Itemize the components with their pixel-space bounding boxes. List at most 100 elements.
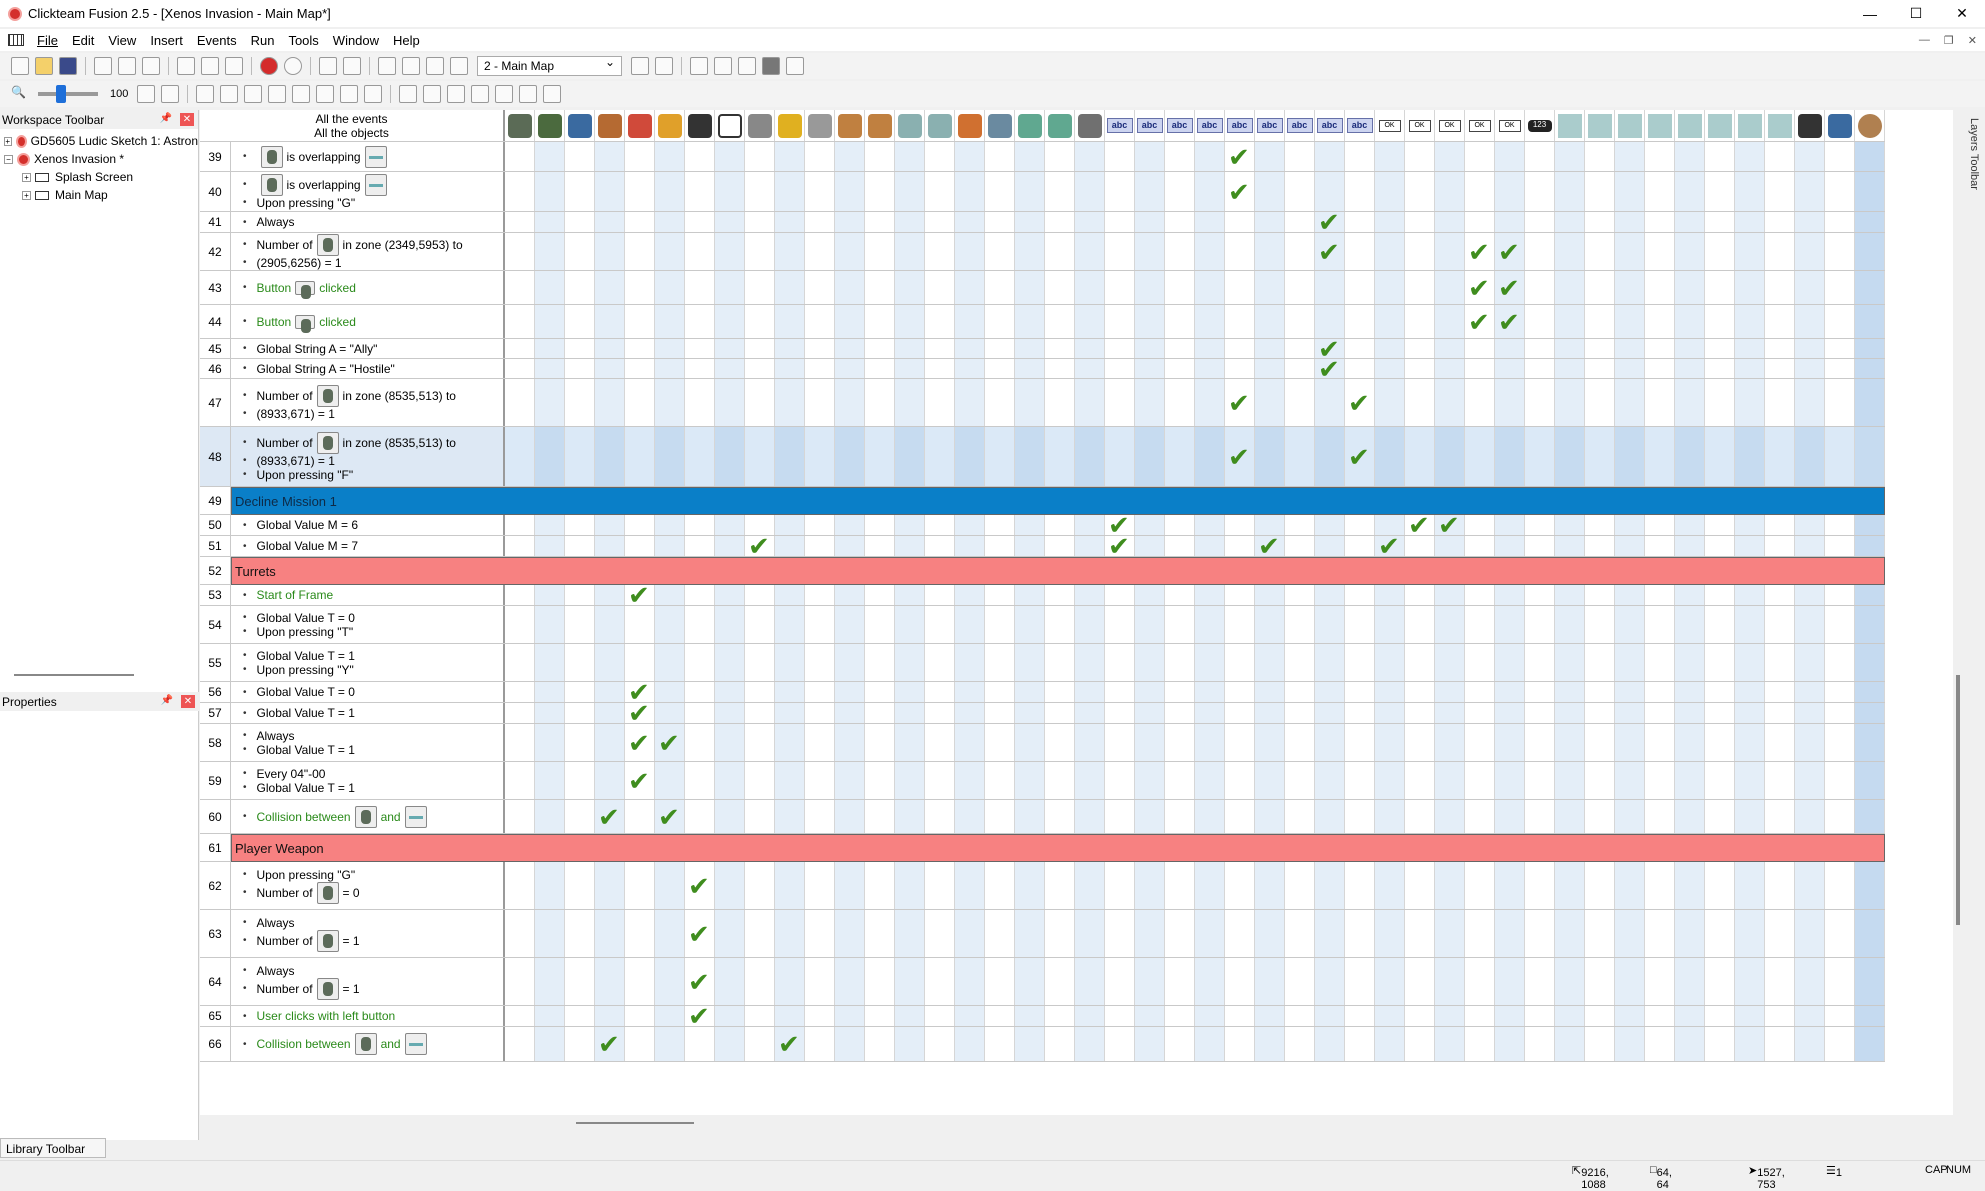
action-cell[interactable]: [685, 1027, 715, 1061]
action-cell[interactable]: [1045, 142, 1075, 171]
action-cell[interactable]: [1585, 172, 1615, 211]
action-cell[interactable]: [1435, 724, 1465, 761]
next-frame-icon[interactable]: [655, 57, 673, 75]
action-cell[interactable]: [715, 682, 745, 702]
action-cell[interactable]: [1435, 585, 1465, 605]
action-cell[interactable]: [1255, 585, 1285, 605]
action-cell[interactable]: [1225, 703, 1255, 723]
action-cell[interactable]: [1585, 339, 1615, 358]
object-column-header[interactable]: abc: [1225, 110, 1255, 141]
action-cell[interactable]: [1285, 233, 1315, 270]
menu-insert[interactable]: Insert: [143, 33, 190, 48]
action-cell[interactable]: [1345, 862, 1375, 909]
action-cell[interactable]: [1495, 910, 1525, 957]
action-cell[interactable]: [775, 427, 805, 486]
action-cell[interactable]: [625, 379, 655, 426]
action-cell[interactable]: [685, 682, 715, 702]
action-cell[interactable]: ✔: [625, 724, 655, 761]
object-column-header[interactable]: [1585, 110, 1615, 141]
action-cell[interactable]: [1645, 682, 1675, 702]
action-cell[interactable]: [1855, 271, 1885, 304]
action-cell[interactable]: [1405, 233, 1435, 270]
action-cell[interactable]: [745, 305, 775, 338]
action-cell[interactable]: ✔: [685, 958, 715, 1005]
action-cell[interactable]: [1015, 339, 1045, 358]
action-cell[interactable]: [1495, 862, 1525, 909]
object-column-header[interactable]: [1075, 110, 1105, 141]
action-cell[interactable]: [1285, 585, 1315, 605]
action-cell[interactable]: [1765, 233, 1795, 270]
action-cell[interactable]: [1495, 359, 1525, 378]
event-conditions[interactable]: Start of Frame: [231, 585, 505, 605]
action-cell[interactable]: [895, 233, 925, 270]
action-cell[interactable]: [1705, 515, 1735, 535]
action-cell[interactable]: [715, 644, 745, 681]
action-cell[interactable]: [1135, 762, 1165, 799]
action-cell[interactable]: [1225, 339, 1255, 358]
action-cell[interactable]: [1405, 1006, 1435, 1026]
action-cell[interactable]: [1345, 800, 1375, 833]
action-cell[interactable]: [1435, 1027, 1465, 1061]
action-cell[interactable]: [1495, 427, 1525, 486]
action-cell[interactable]: [1105, 958, 1135, 1005]
action-cell[interactable]: [985, 762, 1015, 799]
action-cell[interactable]: [1465, 359, 1495, 378]
action-cell[interactable]: [1645, 762, 1675, 799]
action-cell[interactable]: [1495, 172, 1525, 211]
action-cell[interactable]: [1105, 585, 1135, 605]
action-cell[interactable]: [1345, 1027, 1375, 1061]
action-cell[interactable]: [1825, 703, 1855, 723]
action-cell[interactable]: [1285, 910, 1315, 957]
action-cell[interactable]: [805, 1006, 835, 1026]
action-cell[interactable]: [1555, 762, 1585, 799]
action-cell[interactable]: [685, 800, 715, 833]
action-cell[interactable]: [985, 172, 1015, 211]
action-cell[interactable]: [955, 703, 985, 723]
action-cell[interactable]: [565, 606, 595, 643]
action-cell[interactable]: [1285, 339, 1315, 358]
action-cell[interactable]: [1315, 142, 1345, 171]
action-cell[interactable]: [1105, 142, 1135, 171]
action-cell[interactable]: [595, 427, 625, 486]
action-cell[interactable]: [1225, 359, 1255, 378]
action-cell[interactable]: [1495, 1027, 1525, 1061]
action-cell[interactable]: [1075, 606, 1105, 643]
action-cell[interactable]: [1615, 212, 1645, 232]
action-cell[interactable]: [865, 644, 895, 681]
action-cell[interactable]: [895, 379, 925, 426]
action-cell[interactable]: [1555, 958, 1585, 1005]
action-cell[interactable]: ✔: [595, 1027, 625, 1061]
action-cell[interactable]: [745, 142, 775, 171]
action-cell[interactable]: [1525, 585, 1555, 605]
action-cell[interactable]: [1525, 910, 1555, 957]
action-cell[interactable]: [895, 800, 925, 833]
action-cell[interactable]: [1705, 212, 1735, 232]
event-conditions[interactable]: Global String A = "Hostile": [231, 359, 505, 378]
action-cell[interactable]: [1105, 682, 1135, 702]
event-group-header[interactable]: 61 Player Weapon: [200, 834, 1885, 862]
action-cell[interactable]: [1045, 724, 1075, 761]
action-cell[interactable]: [1015, 910, 1045, 957]
action-cell[interactable]: [865, 305, 895, 338]
action-cell[interactable]: [1765, 515, 1795, 535]
action-cell[interactable]: [1165, 682, 1195, 702]
action-cell[interactable]: [985, 724, 1015, 761]
action-cell[interactable]: [1255, 233, 1285, 270]
action-cell[interactable]: [985, 339, 1015, 358]
action-cell[interactable]: [1555, 271, 1585, 304]
action-cell[interactable]: [835, 1027, 865, 1061]
action-cell[interactable]: [1585, 800, 1615, 833]
action-cell[interactable]: [1585, 359, 1615, 378]
object-column-header[interactable]: abc: [1285, 110, 1315, 141]
action-cell[interactable]: [1855, 536, 1885, 556]
action-cell[interactable]: [1135, 606, 1165, 643]
action-cell[interactable]: [1165, 1006, 1195, 1026]
action-cell[interactable]: [1705, 862, 1735, 909]
action-cell[interactable]: [1135, 536, 1165, 556]
action-cell[interactable]: [1675, 606, 1705, 643]
action-cell[interactable]: [595, 305, 625, 338]
action-cell[interactable]: [565, 536, 595, 556]
action-cell[interactable]: [1735, 724, 1765, 761]
action-cell[interactable]: [925, 233, 955, 270]
action-cell[interactable]: [1045, 1027, 1075, 1061]
